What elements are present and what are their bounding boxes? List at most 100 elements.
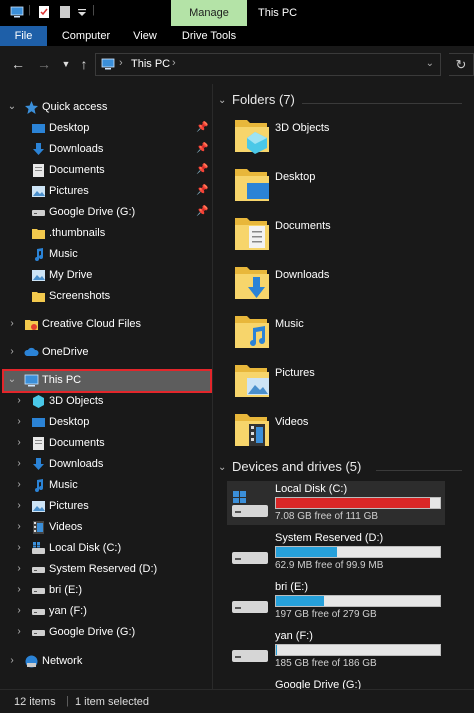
- nav-item-desktop[interactable]: Desktop 📌: [0, 118, 212, 139]
- nav-item-google-drive[interactable]: Google Drive (G:) 📌: [0, 202, 212, 223]
- pin-icon[interactable]: 📌: [196, 122, 208, 133]
- recent-locations-chevron-icon[interactable]: ▼: [58, 56, 74, 72]
- chevron-right-icon[interactable]: ›: [14, 626, 24, 637]
- drive-name: Google Drive (G:): [275, 679, 362, 689]
- chevron-down-icon[interactable]: ⌄: [218, 462, 226, 473]
- drive-google-drive-g[interactable]: Google Drive (G:): [227, 677, 445, 689]
- nav-item-documents[interactable]: Documents 📌: [0, 160, 212, 181]
- pin-icon[interactable]: 📌: [196, 185, 208, 196]
- drive-name: System Reserved (D:): [275, 532, 384, 544]
- drive-local-disk-c[interactable]: Local Disk (C:) 7.08 GB free of 111 GB: [227, 481, 445, 525]
- nav-item-downloads[interactable]: › Downloads: [0, 454, 212, 475]
- chevron-down-icon[interactable]: ⌄: [7, 374, 17, 385]
- nav-item-3d-objects[interactable]: › 3D Objects: [0, 391, 212, 412]
- nav-item-local-disk-c[interactable]: › Local Disk (C:): [0, 538, 212, 559]
- nav-item-network[interactable]: › Network: [0, 651, 212, 672]
- nav-item-label: Screenshots: [49, 290, 111, 302]
- chevron-right-icon[interactable]: ›: [7, 318, 17, 329]
- folder-pictures[interactable]: Pictures: [233, 361, 463, 409]
- pin-icon[interactable]: 📌: [196, 164, 208, 175]
- folder-documents[interactable]: Documents: [233, 214, 463, 262]
- nav-item-label: Network: [42, 655, 83, 667]
- nav-item-desktop[interactable]: › Desktop: [0, 412, 212, 433]
- breadcrumb-this-pc[interactable]: This PC: [131, 58, 170, 70]
- folder-label: Videos: [275, 416, 309, 428]
- pictures-icon: [32, 186, 45, 197]
- folder-music[interactable]: Music: [233, 312, 463, 360]
- drive-yan-f[interactable]: yan (F:) 185 GB free of 186 GB: [227, 628, 445, 672]
- manage-tab[interactable]: Manage: [171, 0, 247, 26]
- new-folder-icon[interactable]: [58, 5, 72, 19]
- chevron-right-icon[interactable]: ›: [14, 395, 24, 406]
- chevron-right-icon[interactable]: ›: [14, 479, 24, 490]
- nav-item-documents[interactable]: › Documents: [0, 433, 212, 454]
- nav-item-pictures[interactable]: Pictures 📌: [0, 181, 212, 202]
- folder-desktop[interactable]: Desktop: [233, 165, 463, 213]
- drive-icon: [32, 609, 45, 615]
- drive-usage-bar: [275, 644, 441, 656]
- nav-item-screenshots[interactable]: Screenshots: [0, 286, 212, 307]
- customize-toolbar-icon[interactable]: [75, 5, 89, 19]
- refresh-icon[interactable]: ↻: [449, 53, 474, 76]
- properties-icon[interactable]: [37, 5, 51, 19]
- tab-computer[interactable]: Computer: [55, 26, 117, 46]
- nav-item-this-pc[interactable]: ⌄ This PC: [2, 369, 212, 393]
- folder-label: Pictures: [275, 367, 315, 379]
- chevron-right-icon[interactable]: ›: [14, 458, 24, 469]
- chevron-down-icon[interactable]: ⌄: [7, 101, 17, 112]
- drive-usage-fill: [276, 645, 277, 655]
- chevron-right-icon[interactable]: ›: [14, 416, 24, 427]
- pin-icon[interactable]: 📌: [196, 143, 208, 154]
- nav-item-downloads[interactable]: Downloads 📌: [0, 139, 212, 160]
- separator: |: [92, 4, 95, 16]
- breadcrumb-separator-icon[interactable]: ›: [119, 57, 123, 69]
- drive-usage-fill: [276, 498, 430, 508]
- nav-item-creative-cloud-files[interactable]: › Creative Cloud Files: [0, 314, 212, 335]
- drive-icon: [232, 601, 268, 613]
- network-icon: [25, 655, 38, 668]
- nav-item-system-reserved-d[interactable]: › System Reserved (D:): [0, 559, 212, 580]
- drives-group-header[interactable]: ⌄ Devices and drives (5): [216, 459, 466, 479]
- chevron-right-icon[interactable]: ›: [14, 542, 24, 553]
- nav-item-thumbnails[interactable]: .thumbnails: [0, 223, 212, 244]
- folder-videos[interactable]: Videos: [233, 410, 463, 458]
- nav-item-onedrive[interactable]: › OneDrive: [0, 342, 212, 363]
- chevron-down-icon[interactable]: ⌄: [218, 95, 226, 106]
- chevron-right-icon[interactable]: ›: [14, 500, 24, 511]
- window-title: This PC: [258, 7, 298, 19]
- folders-group-header[interactable]: ⌄ Folders (7): [216, 92, 466, 112]
- breadcrumb-separator-icon[interactable]: ›: [172, 57, 176, 69]
- navigation-bar: ← → ▼ ↑ › This PC › ⌄ ↻: [0, 46, 474, 84]
- tab-file[interactable]: File: [0, 26, 47, 46]
- nav-item-label: Pictures: [49, 185, 89, 197]
- nav-item-music[interactable]: Music: [0, 244, 212, 265]
- nav-item-yan-f[interactable]: › yan (F:): [0, 601, 212, 622]
- chevron-right-icon[interactable]: ›: [14, 521, 24, 532]
- nav-item-bri-e[interactable]: › bri (E:): [0, 580, 212, 601]
- address-bar[interactable]: › This PC › ⌄: [95, 53, 441, 76]
- drive-bri-e[interactable]: bri (E:) 197 GB free of 279 GB: [227, 579, 445, 623]
- nav-item-music[interactable]: › Music: [0, 475, 212, 496]
- nav-item-my-drive[interactable]: My Drive: [0, 265, 212, 286]
- folder-3d-objects[interactable]: 3D Objects: [233, 116, 463, 164]
- folder-downloads[interactable]: Downloads: [233, 263, 463, 311]
- nav-item-videos[interactable]: › Videos: [0, 517, 212, 538]
- address-dropdown-icon[interactable]: ⌄: [426, 58, 434, 69]
- chevron-right-icon[interactable]: ›: [14, 563, 24, 574]
- pin-icon[interactable]: 📌: [196, 206, 208, 217]
- chevron-right-icon[interactable]: ›: [7, 346, 17, 357]
- chevron-right-icon[interactable]: ›: [14, 605, 24, 616]
- chevron-right-icon[interactable]: ›: [14, 584, 24, 595]
- drive-system-reserved-d[interactable]: System Reserved (D:) 62.9 MB free of 99.…: [227, 530, 445, 574]
- back-arrow-icon[interactable]: ←: [10, 56, 26, 72]
- tab-view[interactable]: View: [126, 26, 164, 46]
- chevron-right-icon[interactable]: ›: [7, 655, 17, 666]
- forward-arrow-icon[interactable]: →: [36, 56, 52, 72]
- chevron-right-icon[interactable]: ›: [14, 437, 24, 448]
- nav-item-google-drive-g[interactable]: › Google Drive (G:): [0, 622, 212, 643]
- separator: |: [28, 4, 31, 16]
- nav-item-pictures[interactable]: › Pictures: [0, 496, 212, 517]
- nav-item-quick-access[interactable]: ⌄ Quick access: [0, 97, 212, 118]
- this-pc-icon[interactable]: [10, 5, 24, 19]
- up-arrow-icon[interactable]: ↑: [76, 56, 92, 72]
